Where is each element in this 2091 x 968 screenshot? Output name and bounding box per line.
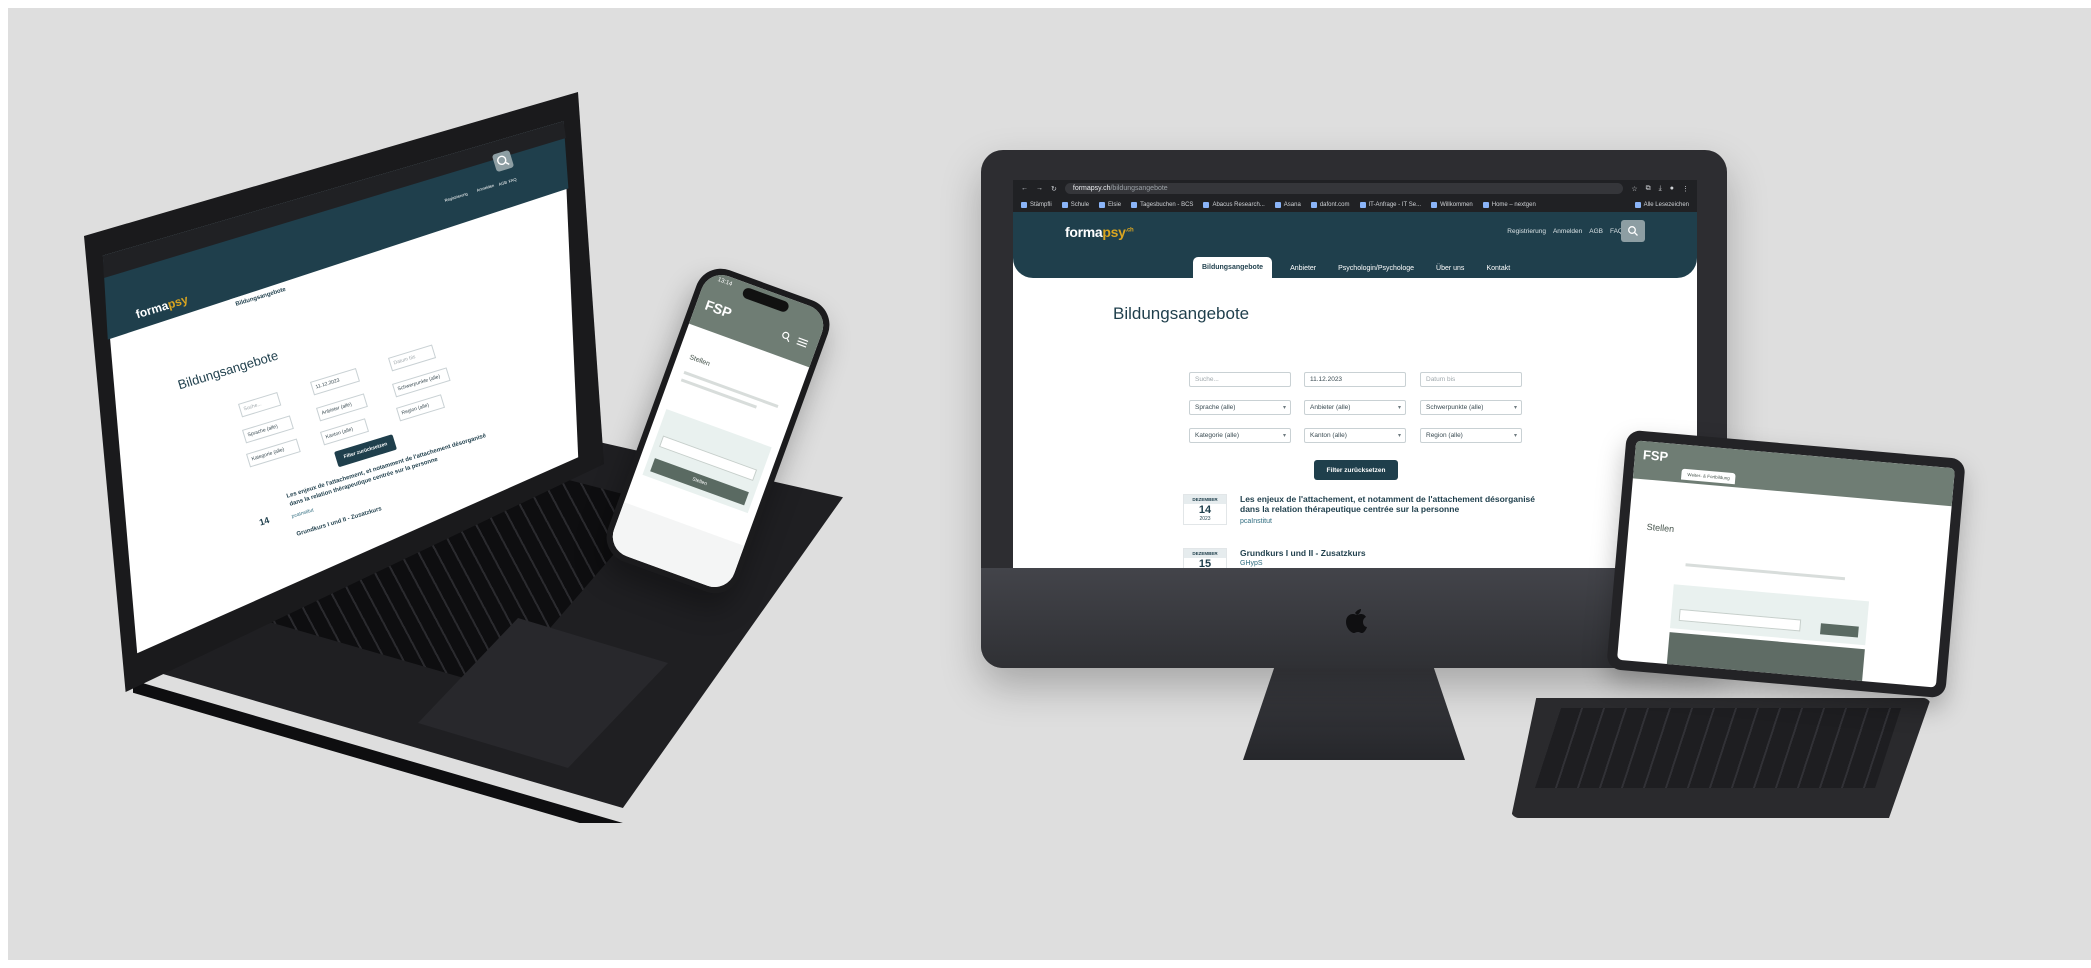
- chevron-down-icon: ▾: [1513, 405, 1517, 411]
- apple-logo-icon: [1346, 609, 1367, 633]
- page-title: Bildungsangebote: [1113, 304, 1250, 323]
- tablet-text-line: [1685, 563, 1846, 581]
- download-icon[interactable]: ⤓: [1659, 185, 1662, 193]
- link-agb[interactable]: AGB: [1589, 228, 1603, 235]
- bookmark-item[interactable]: dafont.com: [1310, 201, 1350, 208]
- url-path: /bildungsangebote: [1110, 185, 1168, 192]
- address-bar[interactable]: formapsy.ch/bildungsangebote: [1064, 183, 1624, 194]
- more-icon[interactable]: ⋮: [1682, 185, 1689, 193]
- forward-icon[interactable]: →: [1036, 185, 1043, 192]
- phone-page-title: Stellen: [688, 354, 711, 368]
- tablet-device: FSP Weiter- & Fortbildung Stellen: [1606, 429, 1966, 699]
- category-select[interactable]: Kategorie (alle) ▾: [1189, 428, 1291, 443]
- tab-anbieter[interactable]: Anbieter: [1286, 259, 1320, 278]
- extensions-icon[interactable]: ⧉: [1646, 185, 1651, 193]
- phone-search-icon[interactable]: [779, 328, 794, 343]
- phone-time: 13:14: [716, 276, 733, 288]
- bookmark-item[interactable]: Elsie: [1099, 201, 1121, 208]
- bookmark-item[interactable]: Abacus Research...: [1203, 201, 1265, 208]
- bookmark-star-icon[interactable]: ☆: [1631, 185, 1637, 193]
- language-select[interactable]: Sprache (alle) ▾: [1189, 400, 1291, 415]
- reload-icon[interactable]: ↻: [1051, 185, 1057, 193]
- canton-select[interactable]: Kanton (alle) ▾: [1304, 428, 1406, 443]
- region-select[interactable]: Region (alle) ▾: [1420, 428, 1522, 443]
- bookmarks-bar: Stämpfli Schule Elsie Tagesbuchen - BCS …: [1013, 197, 1697, 212]
- phone-notch: [741, 286, 791, 314]
- provider-select[interactable]: Anbieter (alle) ▾: [1304, 400, 1406, 415]
- tab-kontakt[interactable]: Kontakt: [1482, 259, 1514, 278]
- focus-select[interactable]: Schwerpunkte (alle) ▾: [1420, 400, 1522, 415]
- phone-menu-icon[interactable]: [794, 334, 811, 350]
- mockup-scene: formapsy Bildungsangebote Anbieter Psych…: [8, 8, 2091, 960]
- search-button[interactable]: [1621, 220, 1645, 242]
- reset-filter-button[interactable]: Filter zurücksetzen: [1314, 460, 1398, 480]
- event-provider: GHypS: [1240, 560, 1263, 567]
- bookmark-item[interactable]: Home – nextgen: [1482, 201, 1536, 208]
- back-icon[interactable]: ←: [1021, 185, 1028, 192]
- tab-psychologe[interactable]: Psychologin/Psychologe: [1334, 259, 1418, 278]
- tab-bildungsangebote[interactable]: Bildungsangebote: [1193, 257, 1273, 278]
- event-date-badge: DEZEMBER 14 2023: [1183, 494, 1227, 525]
- bookmark-item[interactable]: Stämpfli: [1021, 201, 1052, 208]
- chevron-down-icon: ▾: [1282, 405, 1286, 411]
- date-from-input[interactable]: 11.12.2023: [1304, 372, 1406, 387]
- link-anmelden[interactable]: Anmelden: [1553, 228, 1582, 235]
- bookmark-item[interactable]: Tagesbuchen - BCS: [1131, 201, 1193, 208]
- chevron-down-icon: ▾: [1513, 433, 1517, 439]
- event-title[interactable]: Les enjeux de l'attachement, et notammen…: [1240, 494, 1540, 514]
- tablet-screen: FSP Weiter- & Fortbildung Stellen: [1617, 440, 1955, 688]
- tablet-header: FSP Weiter- & Fortbildung: [1632, 440, 1955, 507]
- bookmark-item[interactable]: Asana: [1274, 201, 1301, 208]
- all-bookmarks[interactable]: Alle Lesezeichen: [1634, 201, 1689, 208]
- phone-logo: FSP: [702, 296, 734, 321]
- tablet-page-title: Stellen: [1646, 521, 1675, 535]
- tablet-logo: FSP: [1642, 447, 1669, 465]
- main-nav: Bildungsangebote Anbieter Psychologin/Ps…: [1193, 257, 1514, 278]
- profile-icon[interactable]: ●: [1670, 185, 1674, 192]
- site-header: formapsy.ch Registrierung Anmelden AGB F…: [1013, 212, 1697, 278]
- browser-toolbar: ← → ↻ formapsy.ch/bildungsangebote ☆ ⧉ ⤓…: [1013, 180, 1697, 197]
- chevron-down-icon: ▾: [1397, 405, 1401, 411]
- event-date-badge: DEZEMBER 15: [1183, 548, 1227, 568]
- browser-chrome: ← → ↻ formapsy.ch/bildungsangebote ☆ ⧉ ⤓…: [1013, 180, 1697, 212]
- top-links: Registrierung Anmelden AGB FAQ: [1507, 228, 1623, 235]
- bookmark-item[interactable]: Schule: [1061, 201, 1089, 208]
- imac-screen: ← → ↻ formapsy.ch/bildungsangebote ☆ ⧉ ⤓…: [1013, 180, 1697, 568]
- tab-ueber-uns[interactable]: Über uns: [1432, 259, 1468, 278]
- bookmark-item[interactable]: Willkommen: [1431, 201, 1473, 208]
- imac-stand: [1243, 668, 1465, 760]
- url-domain: formapsy.ch: [1072, 185, 1111, 192]
- event-title[interactable]: Grundkurs I und II - Zusatzkurs: [1240, 548, 1540, 558]
- phone-text-line: [683, 370, 779, 408]
- date-to-input[interactable]: Datum bis: [1420, 372, 1522, 387]
- link-registrierung[interactable]: Registrierung: [1507, 228, 1546, 235]
- phone-header: 13:14 FSP: [688, 269, 830, 368]
- event-provider: pcaInstitut: [1240, 518, 1272, 525]
- bookmark-item[interactable]: IT-Anfrage - IT Se...: [1359, 201, 1421, 208]
- search-icon: [1628, 226, 1638, 236]
- chevron-down-icon: ▾: [1397, 433, 1401, 439]
- site-logo[interactable]: formapsy.ch: [1065, 224, 1134, 240]
- search-input[interactable]: Suche...: [1189, 372, 1291, 387]
- tablet-keys: [1535, 708, 1901, 788]
- tablet-active-tab[interactable]: Weiter- & Fortbildung: [1680, 468, 1737, 485]
- chevron-down-icon: ▾: [1282, 433, 1286, 439]
